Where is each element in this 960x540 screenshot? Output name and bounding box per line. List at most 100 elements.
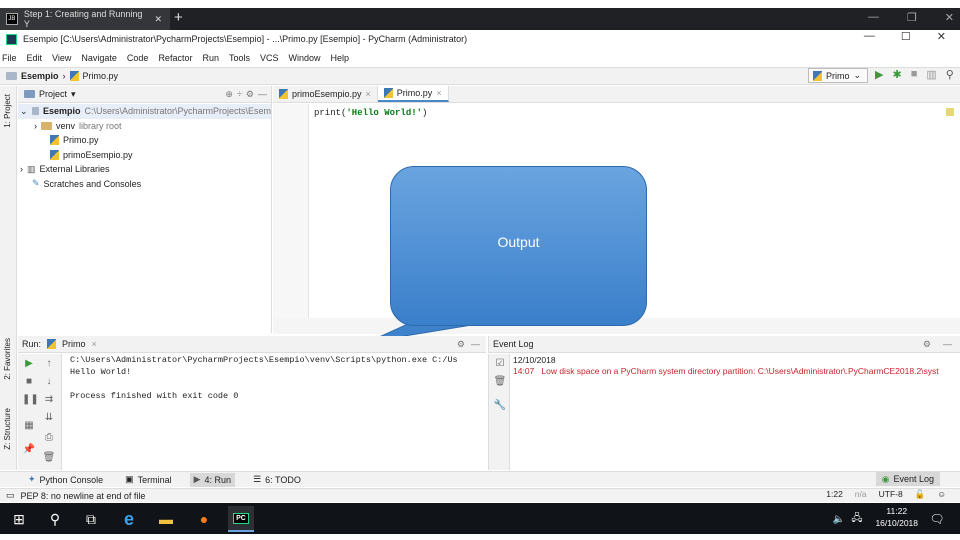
library-icon: ▥ (27, 163, 36, 174)
stop-icon[interactable]: ■ (22, 376, 36, 387)
gear-icon[interactable]: ⚙ (923, 339, 931, 350)
chevron-right-icon[interactable]: › (20, 164, 23, 174)
run-icon[interactable]: ▶ (875, 68, 883, 81)
menu-code[interactable]: Code (127, 53, 149, 63)
inspector-icon[interactable]: ☺ (937, 489, 946, 500)
favorites-tool-tab[interactable]: 2: Favorites (3, 338, 12, 380)
browser-bar: JB Step 1: Creating and Running Y ✕ + — … (0, 8, 960, 30)
menu-tools[interactable]: Tools (229, 53, 250, 63)
pause-icon[interactable]: ❚❚ (22, 394, 39, 405)
breadcrumb-file[interactable]: Primo.py (83, 71, 119, 81)
encoding[interactable]: UTF-8 (879, 489, 903, 500)
firefox-icon[interactable]: ● (193, 508, 215, 530)
up-arrow-icon[interactable]: ↑ (42, 358, 56, 369)
inspection-marker-icon[interactable] (946, 108, 954, 116)
tree-item-esempio[interactable]: ⌄ Esempio C:\Users\Administrator\Pycharm… (18, 104, 271, 119)
tab-todo[interactable]: ☰ 6: TODO (249, 473, 305, 487)
browser-close-icon[interactable]: ✕ (945, 11, 954, 24)
network-icon[interactable]: 🖧 (846, 508, 868, 530)
maximize-button[interactable]: ☐ (901, 30, 911, 43)
file-explorer-icon[interactable]: ▬ (155, 508, 177, 530)
menu-run[interactable]: Run (202, 53, 219, 63)
hide-icon[interactable]: — (943, 339, 952, 349)
print-icon[interactable]: ⎙ (42, 432, 56, 443)
debug-icon[interactable]: ✱ (892, 68, 901, 81)
layout-icon[interactable]: ▥ (926, 68, 936, 81)
layout-icon[interactable]: ▦ (22, 420, 36, 431)
menu-vcs[interactable]: VCS (260, 53, 279, 63)
breadcrumb-project[interactable]: Esempio (21, 71, 59, 81)
delete-icon[interactable]: 🗑 (493, 376, 507, 387)
mark-read-icon[interactable]: ☑ (493, 358, 507, 369)
wrench-icon[interactable]: 🔧 (493, 400, 507, 411)
close-icon[interactable]: × (436, 88, 441, 98)
pycharm-taskbar-icon[interactable]: PC (228, 506, 254, 532)
tree-item-external-libraries[interactable]: › ▥ External Libraries (18, 162, 271, 177)
edge-icon[interactable]: e (118, 508, 140, 530)
menu-window[interactable]: Window (289, 53, 321, 63)
tree-item-venv[interactable]: › venv library root (18, 119, 271, 134)
down-arrow-icon[interactable]: ↓ (42, 376, 56, 387)
browser-minimize-icon[interactable]: — (868, 11, 879, 24)
tab-event-log[interactable]: ◉ Event Log (875, 472, 940, 486)
line-separator[interactable]: n/a (855, 489, 867, 500)
menu-help[interactable]: Help (331, 53, 350, 63)
menu-refactor[interactable]: Refactor (158, 53, 192, 63)
tab-primo[interactable]: Primo.py × (377, 86, 449, 102)
tab-run[interactable]: ▶ 4: Run (189, 472, 236, 487)
search-icon[interactable]: ⚲ (44, 508, 66, 530)
event-entry[interactable]: 14:07 Low disk space on a PyCharm system… (513, 366, 960, 377)
hide-icon[interactable]: — (471, 339, 480, 349)
browser-restore-icon[interactable]: ❐ (907, 11, 917, 24)
tree-item-scratches[interactable]: ✎ Scratches and Consoles (18, 177, 271, 192)
browser-tab[interactable]: JB Step 1: Creating and Running Y ✕ (0, 8, 170, 30)
gear-icon[interactable]: ⚙ (246, 89, 254, 100)
taskbar-clock[interactable]: 11:22 16/10/2018 (875, 505, 918, 529)
run-config-tab[interactable]: Primo (62, 339, 86, 349)
locate-icon[interactable]: ⊕ (225, 89, 233, 100)
chevron-down-icon[interactable]: ▾ (71, 89, 76, 100)
project-panel-title[interactable]: Project (39, 89, 67, 99)
chevron-right-icon[interactable]: › (34, 121, 37, 131)
tree-item-primo[interactable]: Primo.py (18, 133, 271, 148)
lock-icon[interactable]: 🔓 (915, 489, 926, 500)
collapse-icon[interactable]: ÷ (237, 89, 242, 99)
tab-python-console[interactable]: ✦ Python Console (24, 473, 107, 487)
notification-icon[interactable]: 🗨 (926, 508, 948, 530)
browser-tab-title: Step 1: Creating and Running Y (23, 9, 143, 29)
menu-navigate[interactable]: Navigate (81, 53, 117, 63)
structure-tool-tab[interactable]: Z: Structure (3, 408, 12, 450)
status-icon[interactable]: ▭ (6, 490, 15, 501)
code-line[interactable]: print('Hello World!') (314, 108, 427, 118)
tab-terminal[interactable]: ▣ Terminal (121, 473, 176, 487)
minimize-button[interactable]: — (864, 30, 875, 43)
tool-tab-label: 6: TODO (265, 474, 301, 485)
tab-primoesempio[interactable]: primoEsempio.py × (273, 86, 378, 102)
project-tool-tab[interactable]: 1: Project (3, 94, 12, 128)
close-tab-icon[interactable]: ✕ (154, 14, 162, 25)
project-tree: ⌄ Esempio C:\Users\Administrator\Pycharm… (18, 103, 271, 191)
new-tab-button[interactable]: + (174, 9, 183, 26)
menu-file[interactable]: File (2, 53, 17, 63)
run-config-select[interactable]: Primo ⌄ (808, 68, 868, 83)
pin-icon[interactable]: 📌 (22, 444, 36, 455)
tree-item-primoesempio[interactable]: primoEsempio.py (18, 148, 271, 163)
delete-icon[interactable]: 🗑 (42, 452, 56, 463)
windows-start-icon[interactable]: ⊞ (8, 508, 30, 530)
close-icon[interactable]: × (366, 89, 371, 99)
rerun-icon[interactable]: ▶ (22, 358, 36, 369)
soft-wrap-icon[interactable]: ⇉ (42, 394, 56, 405)
gear-icon[interactable]: ⚙ (457, 339, 465, 350)
console-output[interactable]: C:\Users\Administrator\PycharmProjects\E… (70, 354, 486, 402)
menu-edit[interactable]: Edit (27, 53, 43, 63)
stop-icon[interactable]: ■ (911, 68, 918, 81)
menu-view[interactable]: View (52, 53, 71, 63)
close-icon[interactable]: × (92, 339, 97, 349)
search-icon[interactable]: ⚲ (946, 68, 954, 81)
scroll-to-end-icon[interactable]: ⇊ (42, 412, 56, 423)
chevron-down-icon[interactable]: ⌄ (20, 106, 28, 117)
close-button[interactable]: ✕ (937, 30, 946, 43)
task-view-icon[interactable]: ⧉ (80, 508, 102, 530)
cursor-position[interactable]: 1:22 (826, 489, 843, 500)
hide-icon[interactable]: — (258, 89, 267, 99)
